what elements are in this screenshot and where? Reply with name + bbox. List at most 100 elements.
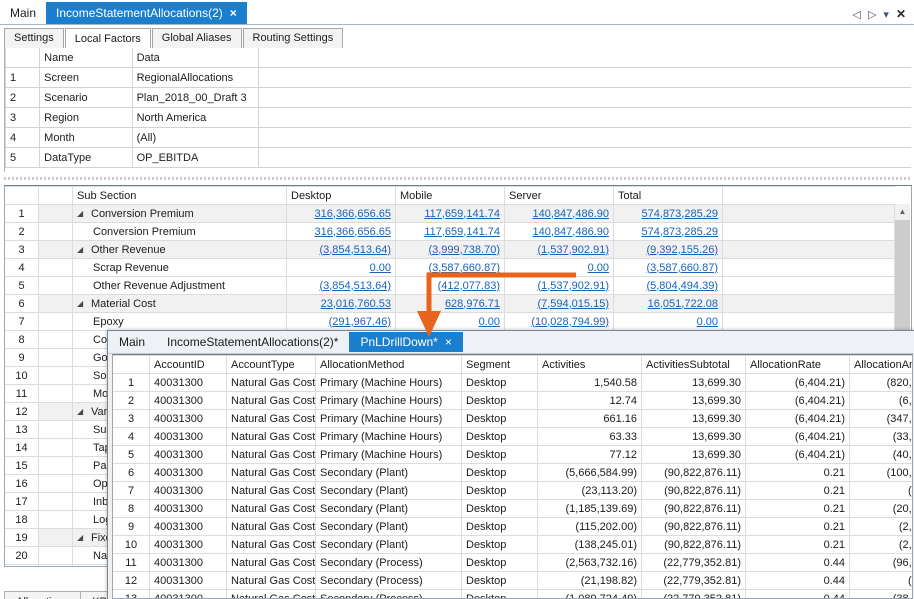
- drilldown-tab-main[interactable]: Main: [108, 332, 156, 352]
- value-desktop[interactable]: (3,854,513.64): [319, 280, 391, 292]
- cell-allocation-amount[interactable]: (20,678.54): [849, 499, 912, 518]
- cell-segment[interactable]: Desktop: [461, 391, 538, 410]
- value-mobile[interactable]: (412,077.83): [438, 280, 500, 292]
- value-total[interactable]: 0.00: [697, 316, 718, 328]
- value-cell-desktop[interactable]: 0.00: [286, 258, 396, 277]
- cell-activities-subtotal[interactable]: 13,699.30: [641, 445, 746, 464]
- cell-allocation-method[interactable]: Secondary (Process): [315, 553, 462, 572]
- value-cell-mobile[interactable]: (412,077.83): [395, 276, 505, 295]
- value-cell-mobile[interactable]: 117,659,141.74: [395, 222, 505, 241]
- row-number[interactable]: 8: [5, 330, 39, 349]
- row-number[interactable]: 9: [5, 348, 39, 367]
- cell-activities[interactable]: (115,202.00): [537, 517, 642, 536]
- cell-account-id[interactable]: 40031300: [149, 499, 227, 518]
- value-cell-mobile[interactable]: 0.00: [395, 312, 505, 331]
- value-total[interactable]: 574,873,285.29: [642, 208, 718, 220]
- row-number[interactable]: 6: [113, 463, 150, 482]
- cell-allocation-rate[interactable]: 0.21: [745, 463, 850, 482]
- row-number[interactable]: 11: [113, 553, 150, 572]
- value-desktop[interactable]: 0.00: [370, 262, 391, 274]
- cell-segment[interactable]: Desktop: [461, 445, 538, 464]
- cell-allocation-amount[interactable]: (795.32): [849, 571, 912, 590]
- column-header-total[interactable]: Total: [613, 186, 723, 205]
- factor-value-cell[interactable]: (All): [131, 127, 260, 148]
- cell-activities-subtotal[interactable]: (90,822,876.11): [641, 535, 746, 554]
- table-row[interactable]: 4 Scrap Revenue 0.00 (3,587,660.87) 0.00 (3,5…: [5, 258, 895, 277]
- cell-allocation-rate[interactable]: 0.21: [745, 481, 850, 500]
- cell-allocation-method[interactable]: Primary (Machine Hours): [315, 409, 462, 428]
- cell-activities-subtotal[interactable]: (90,822,876.11): [641, 463, 746, 482]
- table-row[interactable]: 6 40031300 Natural Gas Cost Secondary (Plan…: [113, 463, 912, 482]
- cell-allocation-rate[interactable]: 0.44: [745, 589, 850, 598]
- table-row[interactable]: 5 40031300 Natural Gas Cost Primary (Machin…: [113, 445, 912, 464]
- cell-account-id[interactable]: 40031300: [149, 553, 227, 572]
- cell-allocation-amount[interactable]: (404.16): [849, 481, 912, 500]
- factor-value-cell[interactable]: Plan_2018_00_Draft 3: [131, 87, 260, 108]
- cell-activities-subtotal[interactable]: (22,779,352.81): [641, 571, 746, 590]
- sheet-tab-allocations[interactable]: Allocations: [4, 591, 82, 599]
- row-number[interactable]: 3: [113, 409, 150, 428]
- drilldown-tab-income-statement-allocations[interactable]: IncomeStatementAllocations(2)*: [156, 332, 349, 352]
- value-cell-desktop[interactable]: 316,366,656.65: [286, 204, 396, 223]
- cell-activities-subtotal[interactable]: (90,822,876.11): [641, 517, 746, 536]
- cell-allocation-rate[interactable]: 0.44: [745, 571, 850, 590]
- cell-allocation-amount[interactable]: (40,531.39): [849, 445, 912, 464]
- cell-activities-subtotal[interactable]: 13,699.30: [641, 427, 746, 446]
- cell-account-type[interactable]: Natural Gas Cost: [226, 553, 316, 572]
- cell-account-type[interactable]: Natural Gas Cost: [226, 427, 316, 446]
- cell-activities[interactable]: (1,185,139.69): [537, 499, 642, 518]
- value-mobile[interactable]: 0.00: [479, 316, 500, 328]
- value-cell-server[interactable]: 140,847,486.90: [504, 204, 614, 223]
- factor-value-cell[interactable]: North America: [131, 107, 260, 128]
- cell-activities[interactable]: 63.33: [537, 427, 642, 446]
- table-row[interactable]: 11 40031300 Natural Gas Cost Secondary (Pro…: [113, 553, 912, 572]
- value-cell-server[interactable]: 140,847,486.90: [504, 222, 614, 241]
- close-icon[interactable]: ×: [230, 7, 237, 19]
- cell-activities[interactable]: (5,666,584.99): [537, 463, 642, 482]
- select-all-corner[interactable]: [113, 355, 150, 374]
- row-number[interactable]: 17: [5, 492, 39, 511]
- cell-account-type[interactable]: Natural Gas Cost: [226, 499, 316, 518]
- sub-section-cell[interactable]: Conversion Premium: [72, 222, 287, 241]
- cell-activities-subtotal[interactable]: (90,822,876.11): [641, 481, 746, 500]
- collapse-triangle-icon[interactable]: ◢: [77, 299, 86, 308]
- row-number[interactable]: 15: [5, 456, 39, 475]
- cell-account-id[interactable]: 40031300: [149, 427, 227, 446]
- cell-segment[interactable]: Desktop: [461, 517, 538, 536]
- column-header-account-id[interactable]: AccountID: [149, 355, 227, 374]
- column-header-segment[interactable]: Segment: [461, 355, 538, 374]
- column-header-name[interactable]: Name: [39, 48, 133, 68]
- close-document-icon[interactable]: ✕: [896, 7, 906, 21]
- value-server[interactable]: 140,847,486.90: [533, 226, 609, 238]
- document-tab-income-statement-allocations[interactable]: IncomeStatementAllocations(2) ×: [46, 2, 247, 24]
- value-total[interactable]: (3,587,660.87): [646, 262, 718, 274]
- cell-allocation-amount[interactable]: (100,127.34): [849, 463, 912, 482]
- cell-allocation-amount[interactable]: (38,417.58): [849, 589, 912, 598]
- table-row[interactable]: 4 40031300 Natural Gas Cost Primary (Machin…: [113, 427, 912, 446]
- cell-activities[interactable]: (1,089,724.49): [537, 589, 642, 598]
- drilldown-tab-pnl-drilldown[interactable]: PnLDrillDown* ×: [349, 332, 463, 352]
- column-header-data[interactable]: Data: [131, 48, 260, 68]
- table-row[interactable]: 7 Epoxy (291,967.46) 0.00 (10,028,794.99) 0.0…: [5, 312, 895, 331]
- value-cell-total[interactable]: 0.00: [613, 312, 723, 331]
- row-number[interactable]: 4: [113, 427, 150, 446]
- cell-account-id[interactable]: 40031300: [149, 409, 227, 428]
- row-number[interactable]: 4: [4, 127, 41, 148]
- value-desktop[interactable]: (291,967.46): [329, 316, 391, 328]
- column-header-sub-section[interactable]: Sub Section: [72, 186, 287, 205]
- cell-segment[interactable]: Desktop: [461, 571, 538, 590]
- value-cell-mobile[interactable]: (3,999,738.70): [395, 240, 505, 259]
- cell-allocation-rate[interactable]: (6,404.21): [745, 409, 850, 428]
- cell-allocation-method[interactable]: Secondary (Plant): [315, 535, 462, 554]
- select-all-corner[interactable]: [5, 186, 39, 205]
- document-tab-main[interactable]: Main: [0, 2, 46, 24]
- value-cell-mobile[interactable]: (3,587,660.87): [395, 258, 505, 277]
- cell-allocation-amount[interactable]: (347,465.42): [849, 409, 912, 428]
- row-number[interactable]: 7: [113, 481, 150, 500]
- value-cell-mobile[interactable]: 117,659,141.74: [395, 204, 505, 223]
- value-cell-desktop[interactable]: (3,854,513.64): [286, 240, 396, 259]
- value-server[interactable]: (1,537,902.91): [537, 280, 609, 292]
- value-server[interactable]: 0.00: [588, 262, 609, 274]
- cell-activities[interactable]: (2,563,732.16): [537, 553, 642, 572]
- row-number[interactable]: 12: [5, 402, 39, 421]
